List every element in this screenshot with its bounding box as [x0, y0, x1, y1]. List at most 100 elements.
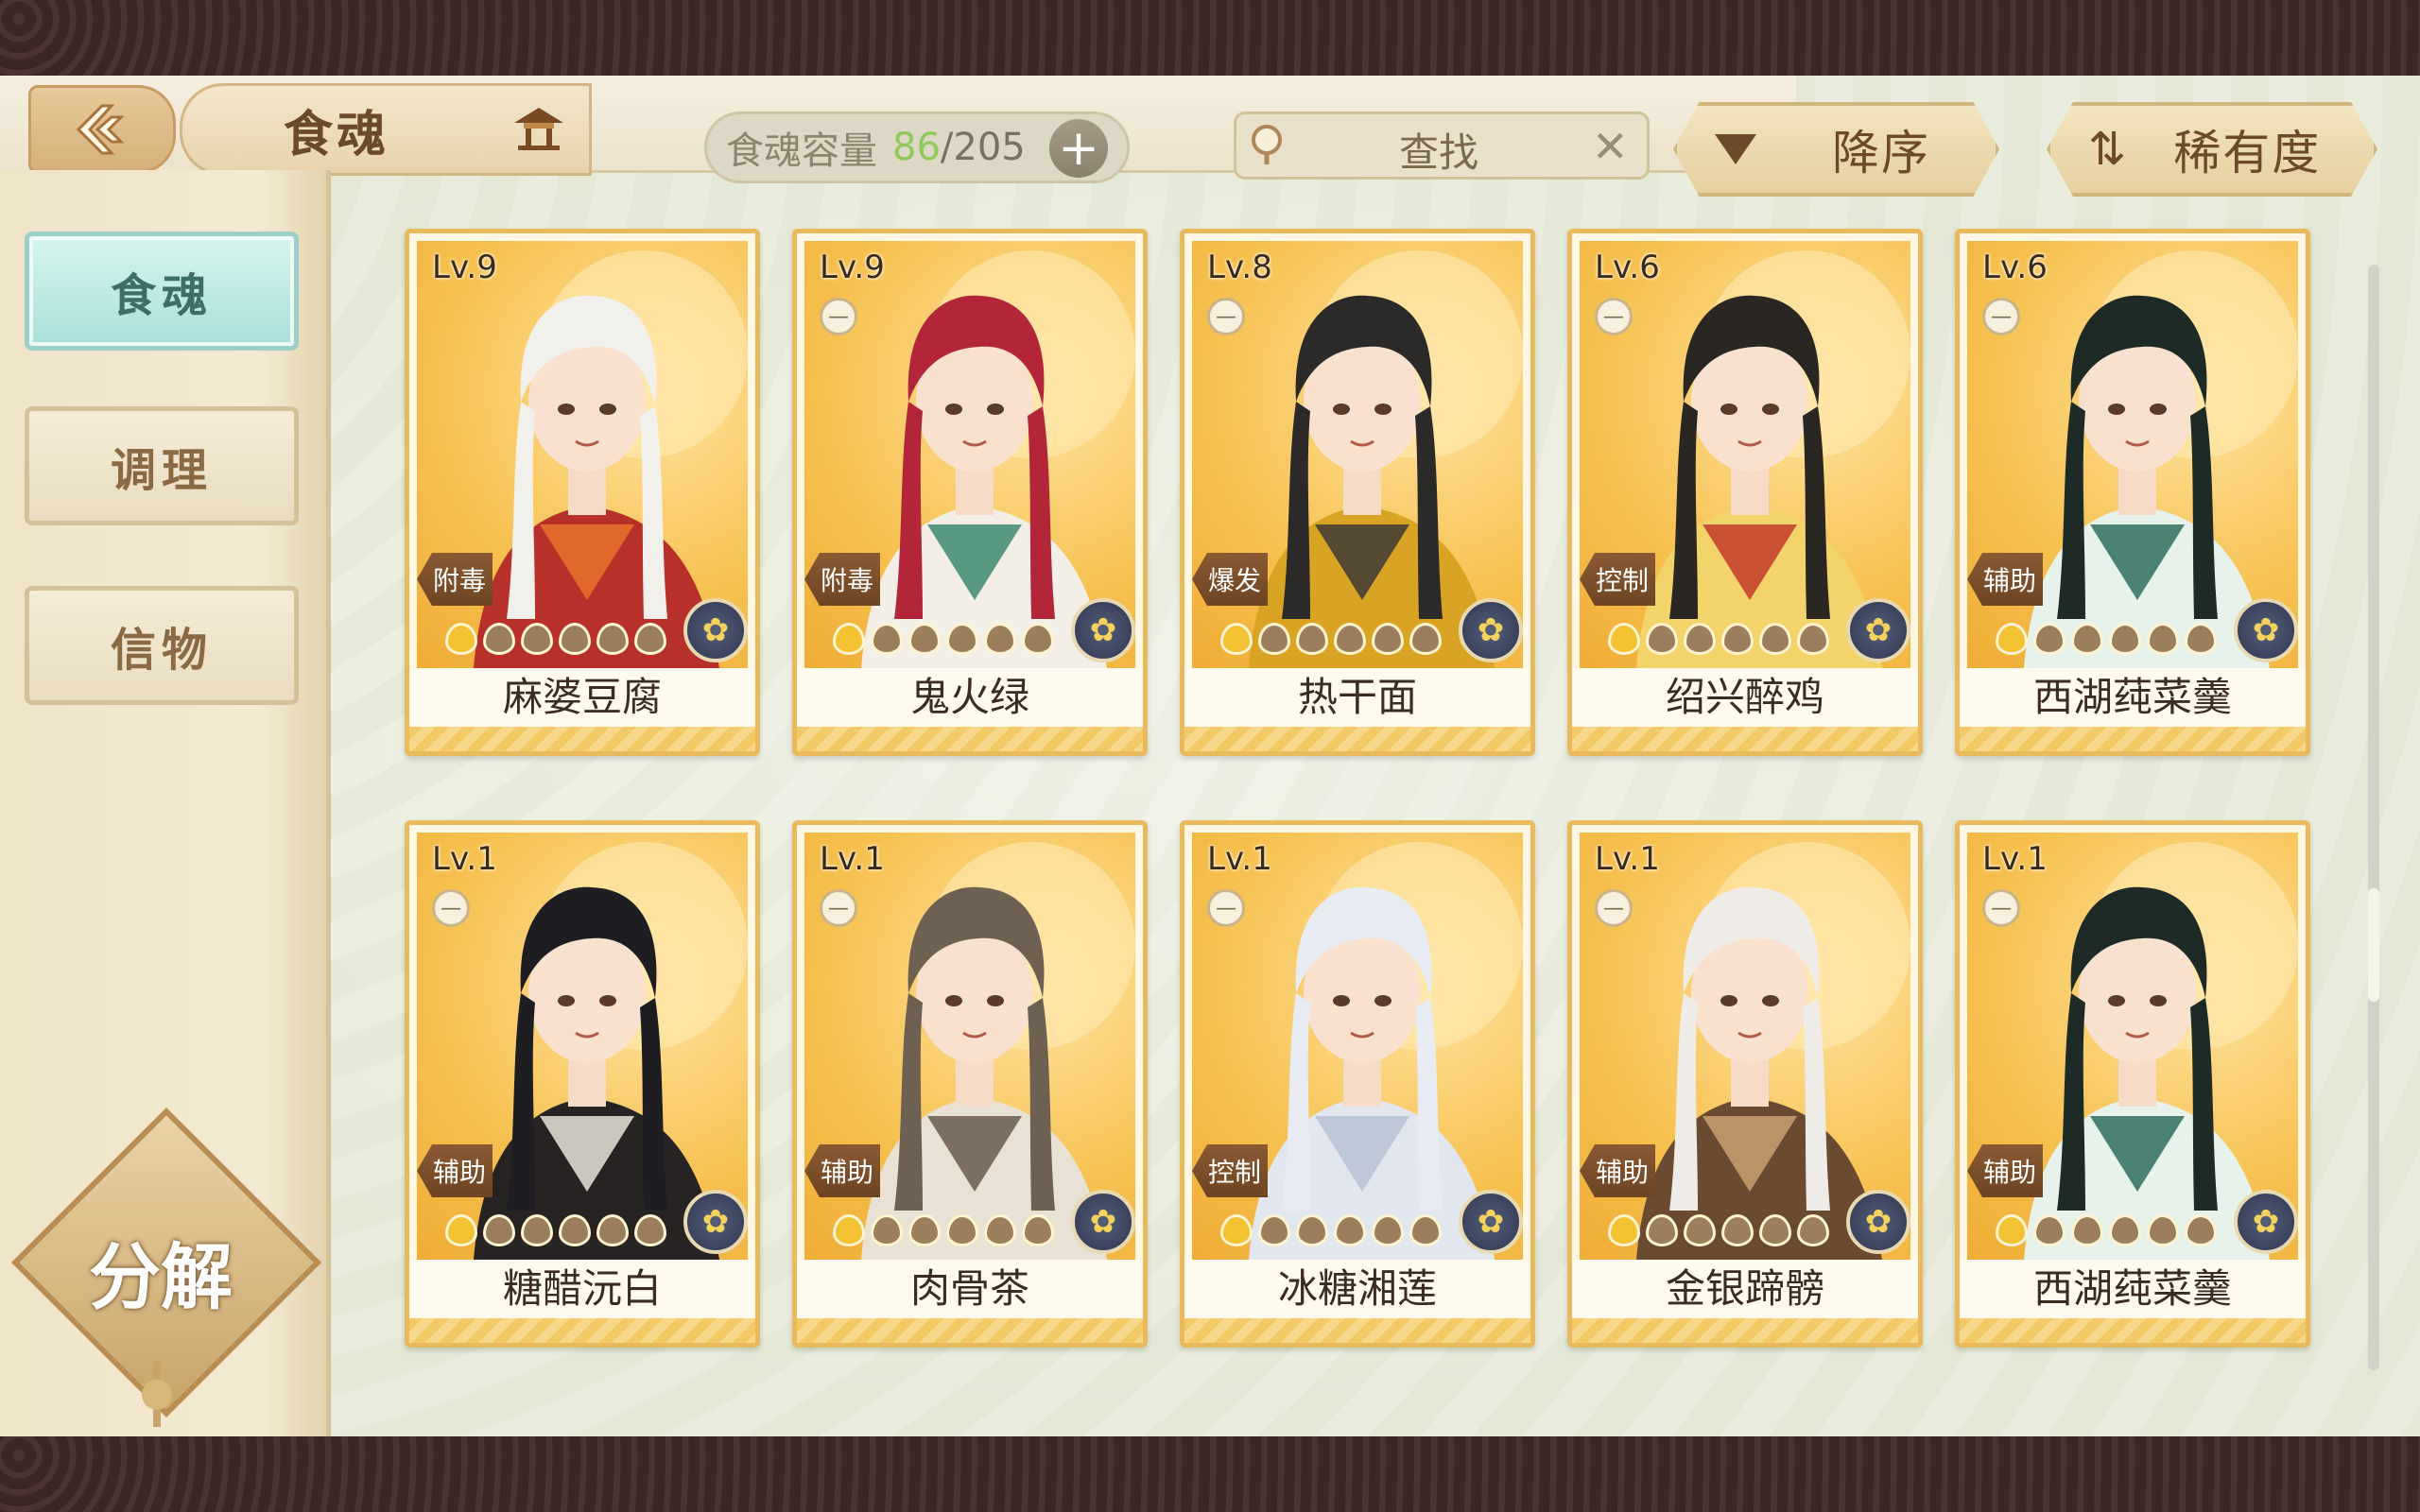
card-footer-stripe — [797, 1318, 1143, 1343]
clear-search-icon[interactable]: ✕ — [1592, 121, 1629, 172]
dish-icon: — — [1982, 298, 2020, 335]
star-flame-icon — [1797, 623, 1829, 655]
dish-icon: — — [1595, 298, 1633, 335]
star-flame-icon — [1646, 623, 1678, 655]
character-portrait: Lv.9 附毒 ✿ — [417, 241, 748, 668]
character-card[interactable]: Lv.1 — 控制 ✿ 冰糖湘莲 — [1180, 820, 1535, 1348]
character-card[interactable]: Lv.9 附毒 ✿ 麻婆豆腐 — [405, 229, 760, 756]
star-rating — [833, 623, 1054, 655]
character-card[interactable]: Lv.6 — 控制 ✿ 绍兴醉鸡 — [1567, 229, 1923, 756]
role-tag: 附毒 — [804, 553, 880, 606]
character-card[interactable]: Lv.8 — 爆发 ✿ 热干面 — [1180, 229, 1535, 756]
star-flame-icon — [1258, 623, 1290, 655]
card-footer-stripe — [409, 1318, 755, 1343]
role-tag: 辅助 — [1580, 1144, 1655, 1197]
bottom-border — [0, 1436, 2420, 1512]
dish-icon: — — [1207, 889, 1245, 927]
character-name: 热干面 — [1184, 668, 1530, 727]
sort-key-button[interactable]: ⇅ 稀有度 — [2047, 102, 2377, 197]
star-flame-icon — [1296, 1214, 1328, 1246]
star-flame-icon — [1409, 1214, 1442, 1246]
character-name: 西湖莼菜羹 — [1960, 668, 2306, 727]
scrollbar-track[interactable] — [2368, 265, 2379, 1370]
star-flame-icon — [445, 623, 477, 655]
dish-icon: — — [820, 889, 857, 927]
tab-token-label: 信物 — [110, 624, 213, 677]
star-flame-icon — [1759, 623, 1791, 655]
star-flame-icon — [946, 1214, 978, 1246]
star-flame-icon — [1296, 623, 1328, 655]
star-flame-icon — [1022, 623, 1054, 655]
role-tag: 辅助 — [804, 1144, 880, 1197]
character-portrait: Lv.1 — 辅助 ✿ — [1580, 833, 1910, 1260]
tab-cultivate-label: 调理 — [110, 444, 213, 497]
card-footer-stripe — [1960, 1318, 2306, 1343]
star-rating — [1608, 1214, 1829, 1246]
card-footer-stripe — [1572, 1318, 1918, 1343]
star-flame-icon — [946, 623, 978, 655]
star-flame-icon — [1220, 623, 1253, 655]
level-label: Lv.9 — [820, 249, 885, 286]
character-card[interactable]: Lv.1 — 辅助 ✿ 西湖莼菜羹 — [1955, 820, 2310, 1348]
sort-order-button[interactable]: 降序 — [1673, 102, 1999, 197]
gold-flower-seal-icon: ✿ — [1071, 1190, 1135, 1254]
star-flame-icon — [1608, 623, 1640, 655]
plus-icon: + — [1058, 120, 1099, 177]
pavilion-icon[interactable] — [510, 104, 567, 151]
star-flame-icon — [521, 1214, 553, 1246]
character-name: 糖醋沅白 — [409, 1260, 755, 1318]
role-tag: 控制 — [1580, 553, 1655, 606]
dish-icon: — — [1595, 889, 1633, 927]
star-flame-icon — [833, 623, 865, 655]
star-rating — [445, 623, 666, 655]
character-card[interactable]: Lv.1 — 辅助 ✿ 糖醋沅白 — [405, 820, 760, 1348]
blue-flower-seal-icon: ✿ — [683, 598, 748, 662]
star-flame-icon — [2185, 623, 2217, 655]
character-card[interactable]: Lv.6 — 辅助 ✿ 西湖莼菜羹 — [1955, 229, 2310, 756]
star-flame-icon — [2033, 1214, 2066, 1246]
star-flame-icon — [559, 623, 591, 655]
level-label: Lv.1 — [1595, 840, 1660, 878]
search-icon — [1252, 125, 1282, 164]
character-name: 金银蹄髈 — [1572, 1260, 1918, 1318]
star-flame-icon — [483, 1214, 515, 1246]
star-flame-icon — [1646, 1214, 1678, 1246]
star-flame-icon — [1372, 1214, 1404, 1246]
star-flame-icon — [984, 1214, 1016, 1246]
character-portrait: Lv.1 — 辅助 ✿ — [417, 833, 748, 1260]
card-footer-stripe — [1184, 727, 1530, 751]
capacity-label: 食魂容量 — [726, 129, 877, 173]
page-title: 食魂 — [284, 107, 390, 163]
tab-token[interactable]: 信物 — [25, 586, 299, 705]
level-label: Lv.6 — [1595, 249, 1660, 286]
character-name: 肉骨茶 — [797, 1260, 1143, 1318]
star-flame-icon — [871, 623, 903, 655]
star-flame-icon — [634, 1214, 666, 1246]
star-flame-icon — [596, 1214, 629, 1246]
tab-soul[interactable]: 食魂 — [25, 232, 299, 351]
character-card[interactable]: Lv.1 — 辅助 ✿ 肉骨茶 — [792, 820, 1148, 1348]
tab-cultivate[interactable]: 调理 — [25, 406, 299, 525]
dish-icon: — — [432, 889, 470, 927]
character-portrait: Lv.1 — 控制 ✿ — [1192, 833, 1523, 1260]
level-label: Lv.9 — [432, 249, 497, 286]
character-card[interactable]: Lv.1 — 辅助 ✿ 金银蹄髈 — [1567, 820, 1923, 1348]
character-name: 西湖莼菜羹 — [1960, 1260, 2306, 1318]
gold-flower-seal-icon: ✿ — [2234, 598, 2298, 662]
back-button[interactable] — [28, 85, 176, 174]
card-footer-stripe — [1184, 1318, 1530, 1343]
gold-flower-seal-icon: ✿ — [1846, 598, 1910, 662]
add-capacity-button[interactable]: + — [1049, 119, 1108, 178]
scrollbar-thumb[interactable] — [2368, 888, 2379, 1002]
star-flame-icon — [833, 1214, 865, 1246]
card-footer-stripe — [1572, 727, 1918, 751]
blue-flower-seal-icon: ✿ — [1459, 1190, 1523, 1254]
star-flame-icon — [1797, 1214, 1829, 1246]
character-card[interactable]: Lv.9 — 附毒 ✿ 鬼火绿 — [792, 229, 1148, 756]
gold-flower-seal-icon: ✿ — [683, 1190, 748, 1254]
capacity-max: 205 — [953, 126, 1026, 169]
star-flame-icon — [483, 623, 515, 655]
character-portrait: Lv.9 — 附毒 ✿ — [804, 241, 1135, 668]
swap-arrows-icon: ⇅ — [2088, 123, 2127, 176]
capacity-current: 86 — [892, 126, 941, 169]
